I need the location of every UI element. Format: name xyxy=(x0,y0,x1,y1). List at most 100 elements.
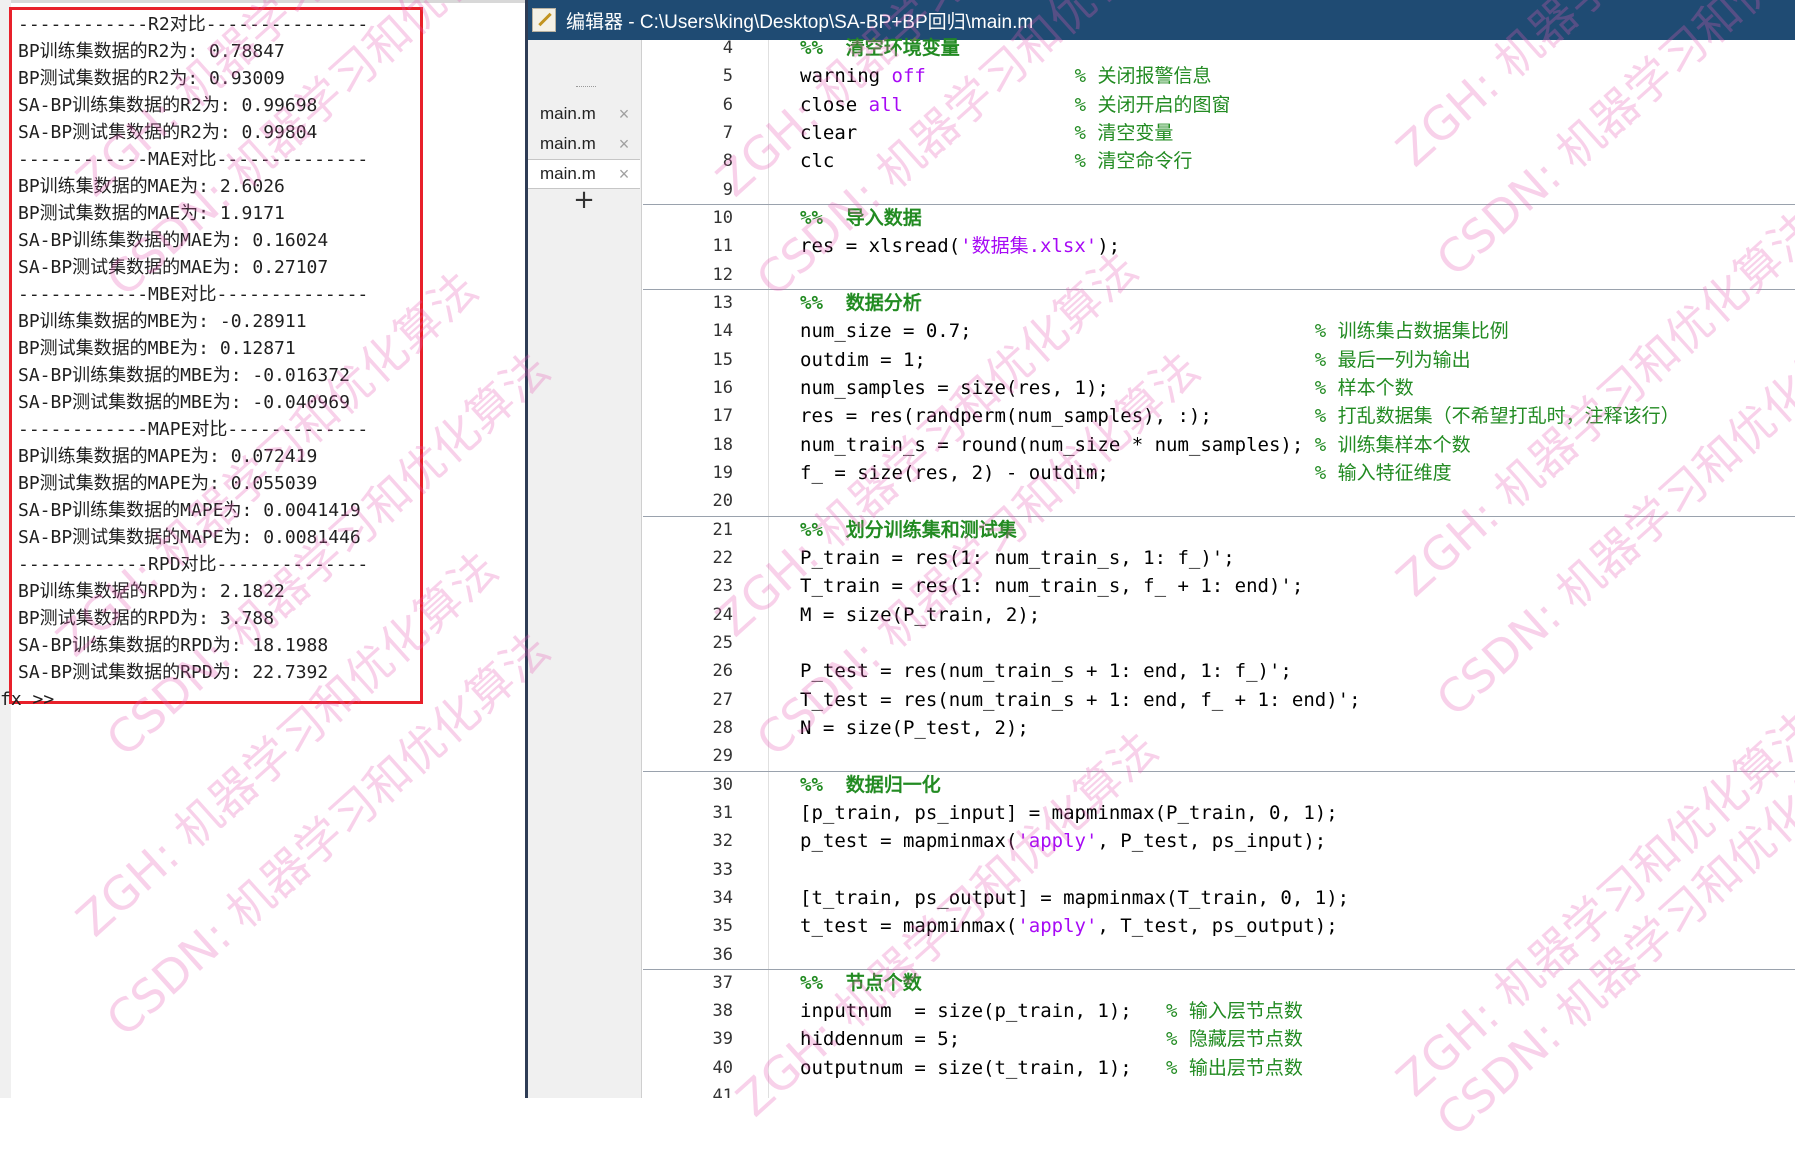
code-line[interactable]: hiddennum = 5; % 隐藏层节点数 xyxy=(800,1025,1795,1053)
code-line[interactable]: num_size = 0.7; % 训练集占数据集比例 xyxy=(800,317,1795,345)
line-number: 8 xyxy=(722,151,733,172)
code-text: P_test = res(num_train_s + 1: end, 1: f_… xyxy=(800,660,1292,683)
code-line[interactable]: P_test = res(num_train_s + 1: end, 1: f_… xyxy=(800,657,1795,685)
code-line[interactable]: [t_train, ps_output] = mapminmax(T_train… xyxy=(800,884,1795,912)
code-line[interactable] xyxy=(800,1082,1795,1098)
command-window[interactable]: ------------R2对比--------------- BP训练集数据的R… xyxy=(0,0,525,1098)
tab-main-1[interactable]: main.m × xyxy=(528,99,640,129)
code-comment: % 关闭报警信息 xyxy=(1074,65,1212,88)
line-number: 18 xyxy=(712,434,733,455)
code-text: N = size(P_test, 2); xyxy=(800,716,1029,739)
code-line[interactable]: res = res(randperm(num_samples), :); % 打… xyxy=(800,402,1795,430)
code-line[interactable]: %% 划分训练集和测试集 xyxy=(800,516,1795,544)
cell-title: %% 划分训练集和测试集 xyxy=(800,518,1017,541)
code-line[interactable]: %% 导入数据 xyxy=(800,204,1795,232)
code-text: res = res(randperm(num_samples), :); xyxy=(800,405,1315,428)
line-number: 4 xyxy=(722,38,733,58)
line-number: 34 xyxy=(712,887,733,908)
code-text: warning xyxy=(800,65,892,88)
code-text: close xyxy=(800,93,869,116)
code-text: p_test = mapminmax( xyxy=(800,830,1018,853)
code-line[interactable]: res = xlsread('数据集.xlsx'); xyxy=(800,232,1795,260)
code-comment: % 输出层节点数 xyxy=(1166,1056,1303,1079)
code-line[interactable]: M = size(P_train, 2); xyxy=(800,601,1795,629)
code-text: num_size = 0.7; xyxy=(800,320,1315,343)
grip-handle[interactable] xyxy=(576,86,596,89)
code-text: num_samples = size(res, 1); xyxy=(800,376,1315,399)
code-string: '数据集.xlsx' xyxy=(960,235,1098,258)
code-comment: % 输入层节点数 xyxy=(1166,1000,1303,1023)
code-line[interactable]: num_train_s = round(num_size * num_sampl… xyxy=(800,431,1795,459)
cell-title: %% 导入数据 xyxy=(800,206,922,229)
cell-title: %% 数据分析 xyxy=(800,291,922,314)
code-text: ); xyxy=(1097,235,1121,258)
line-number: 17 xyxy=(712,406,733,427)
code-line[interactable] xyxy=(800,941,1795,969)
code-line[interactable]: inputnum = size(p_train, 1); % 输入层节点数 xyxy=(800,997,1795,1025)
line-number: 29 xyxy=(712,746,733,767)
code-comment: % 最后一列为输出 xyxy=(1314,348,1471,371)
code-text: outdim = 1; xyxy=(800,348,1315,371)
cell-title: %% 节点个数 xyxy=(800,971,922,994)
line-number: 35 xyxy=(712,916,733,937)
code-line[interactable]: t_test = mapminmax('apply', T_test, ps_o… xyxy=(800,912,1795,940)
line-number: 27 xyxy=(712,689,733,710)
code-line[interactable]: clear % 清空变量 xyxy=(800,119,1795,147)
line-number: 23 xyxy=(712,576,733,597)
code-line[interactable] xyxy=(800,487,1795,515)
code-line[interactable]: f_ = size(res, 2) - outdim; % 输入特征维度 xyxy=(800,459,1795,487)
line-number: 41 xyxy=(712,1086,733,1098)
code-line[interactable]: outputnum = size(t_train, 1); % 输出层节点数 xyxy=(800,1054,1795,1082)
file-tabs: main.m × main.m × main.m × + xyxy=(528,40,642,1098)
tab-main-2[interactable]: main.m × xyxy=(528,129,640,159)
line-number: 22 xyxy=(712,547,733,568)
code-comment: % 训练集占数据集比例 xyxy=(1314,320,1509,343)
code-line[interactable] xyxy=(800,856,1795,884)
code-line[interactable] xyxy=(800,742,1795,770)
code-comment: % 打乱数据集（不希望打乱时，注释该行） xyxy=(1314,405,1680,428)
code-line[interactable]: [p_train, ps_input] = mapminmax(P_train,… xyxy=(800,799,1795,827)
line-number: 12 xyxy=(712,264,733,285)
code-line[interactable]: outdim = 1; % 最后一列为输出 xyxy=(800,346,1795,374)
code-text: M = size(P_train, 2); xyxy=(800,603,1041,626)
line-number: 10 xyxy=(712,207,733,228)
close-icon[interactable]: × xyxy=(616,164,632,185)
code-line[interactable]: num_samples = size(res, 1); % 样本个数 xyxy=(800,374,1795,402)
code-line[interactable]: P_train = res(1: num_train_s, 1: f_)'; xyxy=(800,544,1795,572)
code-line[interactable]: p_test = mapminmax('apply', P_test, ps_i… xyxy=(800,827,1795,855)
line-number: 20 xyxy=(712,491,733,512)
code-text: f_ = size(res, 2) - outdim; xyxy=(800,461,1315,484)
code-line[interactable]: %% 数据分析 xyxy=(800,289,1795,317)
code-line[interactable]: warning off % 关闭报警信息 xyxy=(800,62,1795,90)
close-icon[interactable]: × xyxy=(616,134,632,155)
line-number: 6 xyxy=(722,94,733,115)
code-text: [t_train, ps_output] = mapminmax(T_train… xyxy=(800,886,1350,909)
line-number: 13 xyxy=(712,292,733,313)
line-number: 39 xyxy=(712,1029,733,1050)
command-prompt[interactable]: fx >> xyxy=(0,689,54,710)
close-icon[interactable]: × xyxy=(616,104,632,125)
tab-label: main.m xyxy=(540,164,596,183)
line-number: 32 xyxy=(712,831,733,852)
code-line[interactable]: %% 清空环境变量 xyxy=(800,34,1795,62)
add-tab-button[interactable]: + xyxy=(572,187,596,213)
code-area[interactable]: %% 清空环境变量 warning off % 关闭报警信息 close all %… xyxy=(800,34,1795,1098)
code-line[interactable]: N = size(P_test, 2); xyxy=(800,714,1795,742)
code-line[interactable]: clc % 清空命令行 xyxy=(800,147,1795,175)
editor-window[interactable]: 编辑器 - C:\Users\king\Desktop\SA-BP+BP回归\m… xyxy=(528,0,1795,1098)
code-line[interactable]: close all % 关闭开启的图窗 xyxy=(800,91,1795,119)
code-text: T_train = res(1: num_train_s, f_ + 1: en… xyxy=(800,575,1304,598)
code-line[interactable]: T_train = res(1: num_train_s, f_ + 1: en… xyxy=(800,572,1795,600)
code-line[interactable]: %% 数据归一化 xyxy=(800,771,1795,799)
code-line[interactable]: T_test = res(num_train_s + 1: end, f_ + … xyxy=(800,686,1795,714)
code-fold-margin xyxy=(768,40,769,1098)
code-line[interactable] xyxy=(800,629,1795,657)
code-line[interactable] xyxy=(800,176,1795,204)
code-line[interactable]: %% 节点个数 xyxy=(800,969,1795,997)
line-number: 38 xyxy=(712,1001,733,1022)
tab-label: main.m xyxy=(540,134,596,153)
line-numbers: 4 5 6 7 8 9 10 11 12 13 14 15 16 17 18 19 20 21 22 23 24 25 26… xyxy=(641,34,733,1098)
line-number: 24 xyxy=(712,604,733,625)
code-line[interactable] xyxy=(800,261,1795,289)
